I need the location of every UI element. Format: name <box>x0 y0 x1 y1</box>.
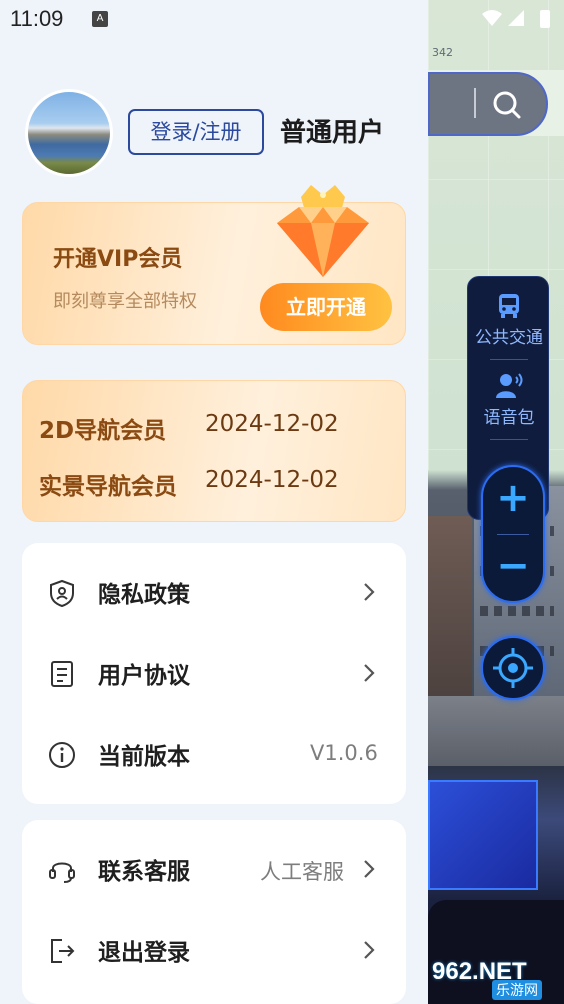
search-icon[interactable] <box>492 90 522 120</box>
membership-card: 2D导航会员 2024-12-02 实景导航会员 2024-12-02 <box>22 380 406 522</box>
vip-title: 开通VIP会员 <box>53 247 183 272</box>
zoom-separator <box>497 534 529 535</box>
menu-item-version[interactable]: 当前版本 V1.0.6 <box>22 715 406 795</box>
tool-public-transit[interactable]: 公共交通 <box>468 291 550 348</box>
shield-icon <box>50 579 74 607</box>
battery-icon <box>540 10 550 28</box>
zoom-in-button[interactable]: + <box>483 475 543 521</box>
watermark-sub: 乐游网 <box>492 980 542 1000</box>
user-type-label: 普通用户 <box>280 118 385 148</box>
locate-button[interactable] <box>481 636 545 700</box>
street-view-panel <box>428 780 538 890</box>
zoom-control: + − <box>481 465 545 603</box>
document-icon <box>51 661 73 687</box>
diamond-crown-icon <box>277 185 369 277</box>
menu-item-logout[interactable]: 退出登录 <box>22 911 406 991</box>
search-divider <box>474 88 476 118</box>
chevron-right-icon <box>364 941 375 959</box>
vip-subtitle: 即刻尊享全部特权 <box>53 291 197 312</box>
zoom-out-button[interactable]: − <box>483 543 543 589</box>
member-live-date: 2024-12-02 <box>205 467 339 493</box>
member-live-label: 实景导航会员 <box>39 474 177 500</box>
signal-icon <box>508 10 524 26</box>
a-icon: A <box>92 11 108 27</box>
wifi-icon <box>482 10 502 26</box>
tool-separator <box>490 439 528 440</box>
login-register-button[interactable]: 登录/注册 <box>128 109 264 155</box>
chevron-right-icon <box>364 664 375 682</box>
map-search-bar[interactable] <box>428 72 548 136</box>
member-2d-date: 2024-12-02 <box>205 411 339 437</box>
info-icon <box>49 742 75 768</box>
status-time: 11:09 <box>10 6 64 31</box>
headset-icon <box>49 862 75 883</box>
menu-group-legal: 隐私政策 用户协议 当前版本 V1.0.6 <box>22 543 406 804</box>
crosshair-icon <box>493 648 533 688</box>
chevron-right-icon <box>364 583 375 601</box>
status-icons <box>482 10 550 28</box>
logout-icon <box>51 939 75 963</box>
chevron-right-icon <box>364 860 375 878</box>
menu-item-user-agreement[interactable]: 用户协议 <box>22 634 406 714</box>
vip-card[interactable]: 开通VIP会员 即刻尊享全部特权 立即开通 <box>22 185 406 345</box>
open-vip-button[interactable]: 立即开通 <box>260 283 392 331</box>
customer-service-value: 人工客服 <box>260 860 344 884</box>
voice-icon <box>496 373 523 398</box>
tool-voice-pack[interactable]: 语音包 <box>468 371 550 428</box>
tool-separator <box>490 359 528 360</box>
bus-icon <box>499 294 519 318</box>
menu-item-customer-service[interactable]: 联系客服 人工客服 <box>22 830 406 910</box>
member-2d-label: 2D导航会员 <box>39 418 167 444</box>
map-label: 342 <box>432 46 453 59</box>
menu-item-privacy[interactable]: 隐私政策 <box>22 553 406 633</box>
status-bar: 11:09 A <box>0 0 564 40</box>
avatar[interactable] <box>25 89 113 177</box>
menu-group-account: 联系客服 人工客服 退出登录 <box>22 820 406 1004</box>
version-value: V1.0.6 <box>310 741 378 765</box>
